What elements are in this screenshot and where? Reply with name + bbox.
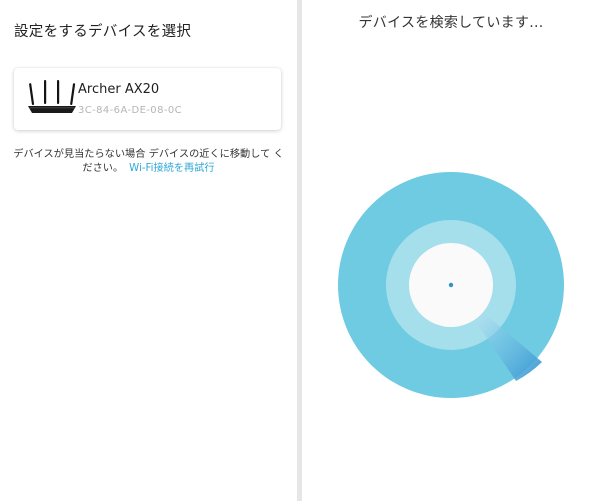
router-icon: [28, 80, 76, 113]
radar-center-dot: [448, 282, 454, 288]
searching-title: デバイスを検索しています...: [358, 15, 544, 31]
retry-wifi-link[interactable]: Wi-Fi接続を再試行: [129, 163, 214, 174]
device-name: Archer AX20: [78, 82, 160, 97]
search-panel: デバイスを検索しています...: [302, 0, 600, 501]
device-mac-address: 3C-84-6A-DE-08-0C: [78, 105, 182, 116]
radar-scan-icon: [338, 172, 564, 398]
help-message: デバイスが見当たらない場合 デバイスの近くに移動して ください。 Wi-Fi接続を…: [10, 148, 287, 176]
device-select-panel: 設定をするデバイスを選択 Archer AX20 3C-84-6A-DE-08-…: [0, 0, 297, 501]
page-title: 設定をするデバイスを選択: [14, 24, 192, 40]
device-card-archer-ax20[interactable]: Archer AX20 3C-84-6A-DE-08-0C: [14, 68, 281, 130]
